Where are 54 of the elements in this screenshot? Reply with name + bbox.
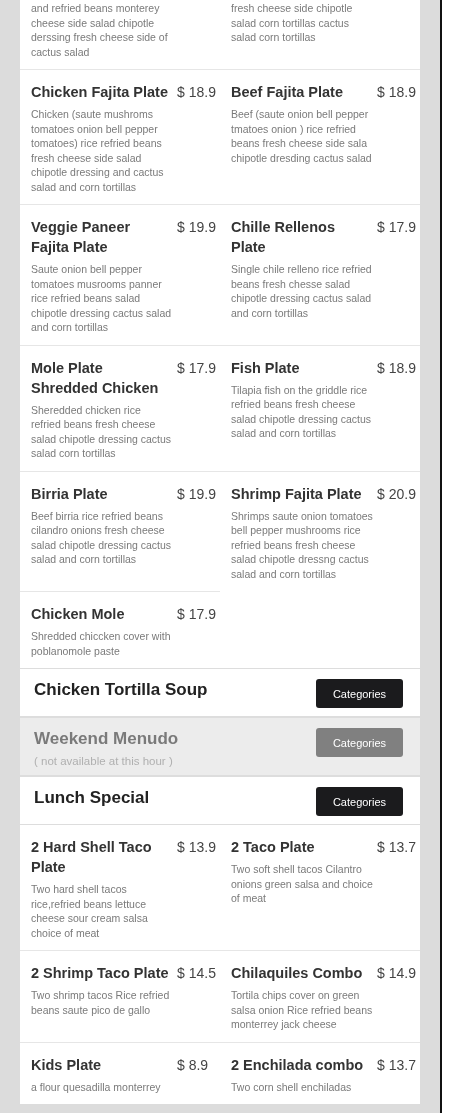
- dish-name: Chicken Fajita Plate: [31, 83, 169, 102]
- dish-name: Fish Plate: [231, 358, 301, 378]
- categories-button[interactable]: Categories: [316, 728, 403, 757]
- dish-description: Two hard shell tacos rice,refried beans lettuce cheese sour cream salsa choice of meat: [31, 882, 149, 940]
- dish-price: $ 18.9: [177, 83, 217, 102]
- dish-name: Shrimp Fajita Plate: [231, 484, 363, 504]
- dish-description: Beef (saute onion bell pepper tmatoes onion ) rice refried beans fresh cheese side sala chipotle dresding cactus salad: [231, 107, 373, 165]
- dish-price: $ 20.9: [377, 484, 417, 504]
- dish-price: $ 18.9: [377, 83, 417, 102]
- dish-price: $ 13.9: [177, 838, 217, 857]
- dish-description: Two corn shell enchiladas: [231, 1079, 353, 1094]
- dish-description: Single chile relleno rice refried beans fresh chesse salad chipotle dressing cactus salad and corn tortillas: [231, 262, 373, 320]
- dish-description: Two soft shell tacos Cilantro onions green salsa and choice of meat: [231, 862, 373, 906]
- categories-button[interactable]: Categories: [316, 787, 403, 816]
- dish-price: $ 8.9: [177, 1055, 210, 1075]
- dish-name: Kids Plate: [31, 1055, 103, 1075]
- dish-price: $ 14.5: [177, 964, 217, 983]
- dish-name: 2 Hard Shell Taco Plate: [31, 838, 153, 877]
- dish-name: 2 Enchilada combo: [231, 1055, 365, 1075]
- dish-name: Birria Plate: [31, 484, 109, 504]
- dish-description: Shredded chiccken cover with poblanomole paste: [31, 629, 172, 658]
- dish-name: 2 Taco Plate: [231, 838, 316, 857]
- dish-description: Sheredded chicken rice refried beans fresh cheese salad chipotle dressing cactus salad corn tortillas: [31, 402, 173, 461]
- dish-name: Chicken Mole: [31, 605, 126, 624]
- dish-price: $ 19.9: [177, 218, 217, 237]
- dish-price: $ 19.9: [177, 484, 217, 504]
- dish-name: Chille Rellenos Plate: [231, 218, 336, 257]
- section-title: Chicken Tortilla Soup: [34, 679, 208, 701]
- dish-price: $ 18.9: [377, 358, 417, 378]
- dish-description: Tortila chips cover on green salsa onion Rice refried beans monterrey jack cheese: [231, 988, 373, 1032]
- dish-price: $ 17.9: [377, 218, 417, 237]
- section-title: Weekend Menudo: [34, 728, 179, 750]
- dish-price: $ 13.7: [377, 838, 417, 857]
- dish-name: Mole Plate Shredded Chicken: [31, 358, 160, 398]
- dish-description: a flour quesadilla monterrey: [31, 1079, 162, 1094]
- dish-price: $ 17.9: [177, 605, 217, 624]
- dish-price: $ 17.9: [177, 358, 217, 378]
- dish-name: 2 Shrimp Taco Plate: [31, 964, 170, 983]
- dish-description: Two shrimp tacos Rice refried beans saute pico de gallo: [31, 988, 171, 1017]
- dish-name: Chilaquiles Combo: [231, 964, 364, 983]
- dish-description: Tilapia fish on the griddle rice refried beans fresh cheese salad chipotle dressing cactus salad and corn tortillas: [231, 382, 373, 441]
- dish-description: and refried beans monterey cheese side salad chipotle derssing fresh cheese side of cactus salad: [31, 1, 169, 59]
- dish-name: Beef Fajita Plate: [231, 83, 344, 102]
- dish-description: fresh cheese side chipotle salad corn tortillas cactus salad corn tortillas: [231, 1, 354, 45]
- dish-price: $ 14.9: [377, 964, 417, 983]
- availability-note: ( not available at this hour ): [34, 755, 174, 767]
- dish-description: Saute onion bell pepper tomatoes musrooms panner rice refried beans salad chipotle dressing cactus salad and corn tortillas: [31, 262, 173, 335]
- categories-button[interactable]: Categories: [316, 679, 403, 708]
- dish-description: Shrimps saute onion tomatoes bell pepper mushrooms rice refried beans fresh cheese salad chipotle dressng cactus salad and corn tortillas: [231, 508, 373, 581]
- dish-description: Beef birria rice refried beans cilandro onions fresh cheese salad chipotle dressing cactus salad and corn tortillas: [31, 508, 173, 567]
- dish-price: $ 13.7: [377, 1055, 417, 1075]
- dish-description: Chicken (saute mushroms tomatoes onion bell pepper tomatoes) rice refried beans fresh cheese side salad chipotle dressing and cactus salad and corn tortillas: [31, 107, 165, 194]
- section-title: Lunch Special: [34, 787, 150, 809]
- dish-name: Veggie Paneer Fajita Plate: [31, 218, 132, 257]
